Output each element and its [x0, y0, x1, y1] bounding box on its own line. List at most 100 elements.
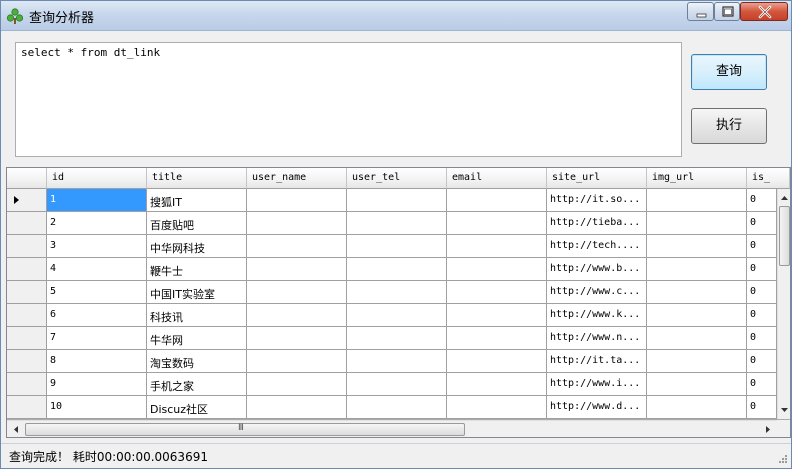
grid-cell-img-url[interactable]: [647, 304, 747, 327]
grid-cell-id[interactable]: 5: [47, 281, 147, 304]
grid-cell-site-url[interactable]: http://tech....: [547, 235, 647, 258]
grid-cell-user-tel[interactable]: [347, 327, 447, 350]
grid-cell-user-name[interactable]: [247, 258, 347, 281]
column-header-user-name[interactable]: user_name: [247, 168, 347, 189]
grid-cell-site-url[interactable]: http://www.i...: [547, 373, 647, 396]
grid-cell-title[interactable]: 鞭牛士: [147, 258, 247, 281]
table-row[interactable]: 3 中华网科技 http://tech.... 0: [7, 235, 777, 258]
grid-cell-img-url[interactable]: [647, 396, 747, 419]
grid-cell-id[interactable]: 2: [47, 212, 147, 235]
grid-cell-user-name[interactable]: [247, 189, 347, 212]
grid-cell-user-tel[interactable]: [347, 350, 447, 373]
row-header[interactable]: [7, 189, 47, 212]
grid-cell-id[interactable]: 6: [47, 304, 147, 327]
grid-cell-email[interactable]: [447, 350, 547, 373]
grid-cell-user-name[interactable]: [247, 281, 347, 304]
grid-cell-id[interactable]: 7: [47, 327, 147, 350]
grid-cell-email[interactable]: [447, 258, 547, 281]
grid-cell-site-url[interactable]: http://www.k...: [547, 304, 647, 327]
grid-cell-email[interactable]: [447, 373, 547, 396]
minimize-button[interactable]: [687, 2, 714, 21]
row-header[interactable]: [7, 281, 47, 304]
column-header-site-url[interactable]: site_url: [547, 168, 647, 189]
grid-cell-title[interactable]: 科技讯: [147, 304, 247, 327]
grid-cell-img-url[interactable]: [647, 327, 747, 350]
grid-cell-title[interactable]: 淘宝数码: [147, 350, 247, 373]
grid-cell-id[interactable]: 9: [47, 373, 147, 396]
row-header[interactable]: [7, 373, 47, 396]
grid-cell-img-url[interactable]: [647, 258, 747, 281]
grid-cell-title[interactable]: 手机之家: [147, 373, 247, 396]
grid-cell-title[interactable]: 中国IT实验室: [147, 281, 247, 304]
row-header[interactable]: [7, 235, 47, 258]
grid-cell-user-name[interactable]: [247, 327, 347, 350]
grid-cell-site-url[interactable]: http://www.c...: [547, 281, 647, 304]
grid-cell-is-[interactable]: 0: [747, 235, 777, 258]
table-row[interactable]: 8 淘宝数码 http://it.ta... 0: [7, 350, 777, 373]
grid-cell-title[interactable]: 中华网科技: [147, 235, 247, 258]
column-header-email[interactable]: email: [447, 168, 547, 189]
grid-cell-is-[interactable]: 0: [747, 396, 777, 419]
row-header[interactable]: [7, 327, 47, 350]
grid-cell-user-tel[interactable]: [347, 281, 447, 304]
grid-cell-user-name[interactable]: [247, 304, 347, 327]
grid-cell-user-tel[interactable]: [347, 373, 447, 396]
row-header[interactable]: [7, 258, 47, 281]
grid-cell-email[interactable]: [447, 304, 547, 327]
column-header-title[interactable]: title: [147, 168, 247, 189]
grid-cell-user-tel[interactable]: [347, 189, 447, 212]
grid-cell-id[interactable]: 8: [47, 350, 147, 373]
table-row[interactable]: 10 Discuz社区 http://www.d... 0: [7, 396, 777, 419]
grid-cell-img-url[interactable]: [647, 350, 747, 373]
grid-cell-site-url[interactable]: http://tieba...: [547, 212, 647, 235]
grid-cell-site-url[interactable]: http://www.d...: [547, 396, 647, 419]
grid-cell-site-url[interactable]: http://www.n...: [547, 327, 647, 350]
grid-cell-is-[interactable]: 0: [747, 304, 777, 327]
grid-cell-is-[interactable]: 0: [747, 258, 777, 281]
grid-cell-img-url[interactable]: [647, 189, 747, 212]
grid-cell-site-url[interactable]: http://it.so...: [547, 189, 647, 212]
table-row[interactable]: 7 牛华网 http://www.n... 0: [7, 327, 777, 350]
grid-cell-site-url[interactable]: http://www.b...: [547, 258, 647, 281]
grid-cell-id[interactable]: 4: [47, 258, 147, 281]
grid-cell-user-name[interactable]: [247, 373, 347, 396]
horizontal-scrollbar[interactable]: III: [7, 420, 777, 437]
query-button[interactable]: 查询: [691, 54, 767, 90]
grid-cell-id[interactable]: 10: [47, 396, 147, 419]
sql-query-input[interactable]: select * from dt_link: [15, 42, 682, 157]
grid-cell-img-url[interactable]: [647, 281, 747, 304]
resize-grip-icon[interactable]: [776, 454, 788, 466]
grid-cell-user-tel[interactable]: [347, 304, 447, 327]
grid-cell-title[interactable]: 牛华网: [147, 327, 247, 350]
execute-button[interactable]: 执行: [691, 108, 767, 144]
table-row[interactable]: 5 中国IT实验室 http://www.c... 0: [7, 281, 777, 304]
grid-cell-id[interactable]: 1: [47, 189, 147, 212]
row-header[interactable]: [7, 350, 47, 373]
close-button[interactable]: [740, 2, 788, 21]
table-row[interactable]: 6 科技讯 http://www.k... 0: [7, 304, 777, 327]
grid-cell-user-tel[interactable]: [347, 235, 447, 258]
grid-cell-is-[interactable]: 0: [747, 281, 777, 304]
grid-cell-is-[interactable]: 0: [747, 350, 777, 373]
grid-cell-email[interactable]: [447, 189, 547, 212]
column-header-id[interactable]: id: [47, 168, 147, 189]
column-header-img-url[interactable]: img_url: [647, 168, 747, 189]
grid-cell-is-[interactable]: 0: [747, 189, 777, 212]
grid-cell-is-[interactable]: 0: [747, 212, 777, 235]
grid-cell-id[interactable]: 3: [47, 235, 147, 258]
grid-cell-is-[interactable]: 0: [747, 327, 777, 350]
scroll-right-arrow-icon[interactable]: [761, 421, 775, 438]
grid-cell-title[interactable]: 搜狐IT: [147, 189, 247, 212]
grid-cell-email[interactable]: [447, 235, 547, 258]
table-row[interactable]: 4 鞭牛士 http://www.b... 0: [7, 258, 777, 281]
grid-cell-email[interactable]: [447, 281, 547, 304]
row-header[interactable]: [7, 304, 47, 327]
horizontal-scroll-thumb[interactable]: III: [25, 423, 465, 436]
column-header-user-tel[interactable]: user_tel: [347, 168, 447, 189]
grid-cell-site-url[interactable]: http://it.ta...: [547, 350, 647, 373]
vertical-scrollbar[interactable]: [777, 189, 790, 419]
maximize-button[interactable]: [714, 2, 740, 21]
grid-cell-user-name[interactable]: [247, 212, 347, 235]
column-header-is[interactable]: is_: [747, 168, 790, 189]
scroll-up-arrow-icon[interactable]: [778, 191, 791, 205]
